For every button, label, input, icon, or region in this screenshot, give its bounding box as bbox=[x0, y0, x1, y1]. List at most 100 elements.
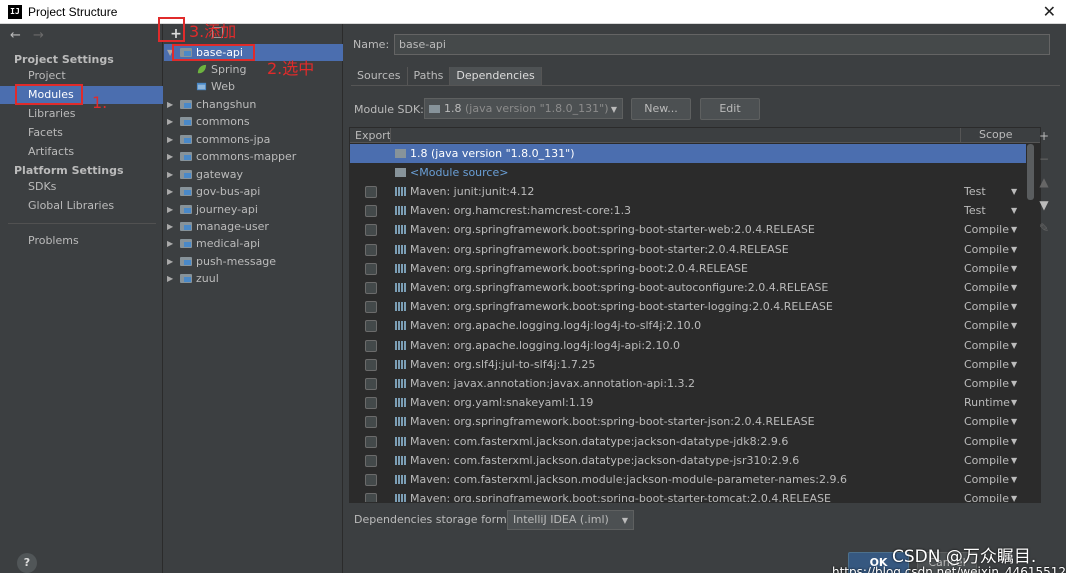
edit-sdk-button[interactable]: Edit bbox=[700, 98, 760, 120]
expand-arrow-icon[interactable]: ▶ bbox=[167, 183, 173, 200]
sidebar-item-artifacts[interactable]: Artifacts bbox=[0, 143, 163, 161]
dependency-row[interactable]: Maven: com.fasterxml.jackson.datatype:ja… bbox=[350, 451, 1026, 470]
module-row[interactable]: ▶ manage-user bbox=[164, 218, 343, 235]
remove-dependency-icon[interactable]: − bbox=[1036, 152, 1052, 175]
scope-value[interactable]: Compile bbox=[964, 336, 1009, 355]
chevron-down-icon[interactable]: ▼ bbox=[1011, 374, 1017, 393]
export-checkbox[interactable] bbox=[365, 205, 377, 218]
dependency-row[interactable]: Maven: org.hamcrest:hamcrest-core:1.3 Tes… bbox=[350, 201, 1026, 220]
chevron-down-icon[interactable]: ▼ bbox=[1011, 432, 1017, 451]
facet-row-spring[interactable]: Spring bbox=[164, 61, 343, 78]
chevron-down-icon[interactable]: ▼ bbox=[1011, 470, 1017, 489]
chevron-down-icon[interactable]: ▼ bbox=[1011, 355, 1017, 374]
expand-arrow-icon[interactable]: ▶ bbox=[167, 113, 173, 130]
dependency-row[interactable]: Maven: org.springframework.boot:spring-b… bbox=[350, 297, 1026, 316]
module-sdk-select[interactable]: 1.8 (java version "1.8.0_131") ▼ bbox=[424, 98, 623, 119]
module-row[interactable]: ▶ gateway bbox=[164, 166, 343, 183]
dependency-row[interactable]: Maven: org.springframework.boot:spring-b… bbox=[350, 240, 1026, 259]
module-row[interactable]: ▶ commons bbox=[164, 113, 343, 130]
scope-value[interactable]: Test bbox=[964, 201, 986, 220]
export-checkbox[interactable] bbox=[365, 416, 377, 429]
expand-arrow-icon[interactable]: ▶ bbox=[167, 131, 173, 148]
module-row[interactable]: ▶ medical-api bbox=[164, 235, 343, 252]
expand-arrow-icon[interactable]: ▶ bbox=[167, 235, 173, 252]
chevron-down-icon[interactable]: ▼ bbox=[1011, 259, 1017, 278]
scope-value[interactable]: Compile bbox=[964, 259, 1009, 278]
export-checkbox[interactable] bbox=[365, 397, 377, 410]
back-arrow-icon[interactable]: ← bbox=[10, 28, 21, 43]
export-checkbox[interactable] bbox=[365, 358, 377, 371]
close-icon[interactable]: ✕ bbox=[1043, 2, 1056, 21]
dependency-row[interactable]: Maven: org.springframework.boot:spring-b… bbox=[350, 220, 1026, 239]
module-row[interactable]: ▶ push-message bbox=[164, 253, 343, 270]
module-name-input[interactable]: base-api bbox=[394, 34, 1050, 55]
forward-arrow-icon[interactable]: → bbox=[33, 28, 44, 43]
chevron-down-icon[interactable]: ▼ bbox=[1011, 412, 1017, 431]
chevron-down-icon[interactable]: ▼ bbox=[1011, 336, 1017, 355]
export-checkbox[interactable] bbox=[365, 435, 377, 448]
chevron-down-icon[interactable]: ▼ bbox=[1011, 451, 1017, 470]
module-row[interactable]: ▶ commons-jpa bbox=[164, 131, 343, 148]
scope-value[interactable]: Compile bbox=[964, 297, 1009, 316]
scope-value[interactable]: Compile bbox=[964, 412, 1009, 431]
scope-value[interactable]: Compile bbox=[964, 451, 1009, 470]
module-row[interactable]: ▶ journey-api bbox=[164, 201, 343, 218]
sidebar-item-facets[interactable]: Facets bbox=[0, 124, 163, 142]
edit-dependency-icon[interactable]: ✎ bbox=[1036, 221, 1052, 244]
chevron-down-icon[interactable]: ▼ bbox=[1011, 489, 1017, 502]
move-down-icon[interactable]: ▼ bbox=[1036, 198, 1052, 221]
export-checkbox[interactable] bbox=[365, 378, 377, 390]
scope-value[interactable]: Compile bbox=[964, 432, 1009, 451]
module-row[interactable]: ▶ zuul bbox=[164, 270, 343, 287]
tab-dependencies[interactable]: Dependencies bbox=[450, 67, 542, 85]
chevron-down-icon[interactable]: ▼ bbox=[1011, 240, 1017, 259]
scrollbar-thumb[interactable] bbox=[1027, 144, 1034, 200]
expand-arrow-icon[interactable]: ▶ bbox=[167, 201, 173, 218]
export-checkbox[interactable] bbox=[365, 339, 377, 352]
scope-value[interactable]: Compile bbox=[964, 240, 1009, 259]
export-column-header[interactable]: Export bbox=[355, 129, 391, 142]
export-checkbox[interactable] bbox=[365, 493, 377, 502]
scope-value[interactable]: Compile bbox=[964, 489, 1009, 502]
sidebar-item-global-libraries[interactable]: Global Libraries bbox=[0, 197, 163, 215]
chevron-down-icon[interactable]: ▼ bbox=[1011, 220, 1017, 239]
chevron-down-icon[interactable]: ▼ bbox=[1011, 393, 1017, 412]
export-checkbox[interactable] bbox=[365, 454, 377, 467]
dependency-row[interactable]: Maven: com.fasterxml.jackson.module:jack… bbox=[350, 470, 1026, 489]
expand-arrow-icon[interactable]: ▶ bbox=[167, 270, 173, 287]
sidebar-item-sdks[interactable]: SDKs bbox=[0, 178, 163, 196]
dependency-row[interactable]: Maven: org.yaml:snakeyaml:1.19 Runtime ▼ bbox=[350, 393, 1026, 412]
scope-value[interactable]: Compile bbox=[964, 470, 1009, 489]
export-checkbox[interactable] bbox=[365, 282, 377, 294]
export-checkbox[interactable] bbox=[365, 474, 377, 486]
export-checkbox[interactable] bbox=[365, 301, 377, 314]
sidebar-item-libraries[interactable]: Libraries bbox=[0, 105, 163, 123]
dependency-row[interactable]: Maven: org.apache.logging.log4j:log4j-ap… bbox=[350, 336, 1026, 355]
export-checkbox[interactable] bbox=[365, 224, 377, 237]
add-dependency-icon[interactable]: + bbox=[1036, 129, 1052, 152]
help-icon[interactable]: ? bbox=[17, 553, 37, 573]
table-scrollbar[interactable] bbox=[1027, 144, 1034, 502]
tab-sources[interactable]: Sources bbox=[351, 67, 408, 85]
expand-arrow-icon[interactable]: ▶ bbox=[167, 148, 173, 165]
scope-value[interactable]: Runtime bbox=[964, 393, 1010, 412]
dependency-row[interactable]: Maven: org.slf4j:jul-to-slf4j:1.7.25 Comp… bbox=[350, 355, 1026, 374]
scope-value[interactable]: Compile bbox=[964, 355, 1009, 374]
scope-value[interactable]: Test bbox=[964, 182, 986, 201]
facet-row-web[interactable]: Web bbox=[164, 78, 343, 95]
module-source-row[interactable]: <Module source> bbox=[350, 163, 1026, 182]
export-checkbox[interactable] bbox=[365, 320, 377, 333]
dependency-row[interactable]: Maven: org.apache.logging.log4j:log4j-to… bbox=[350, 316, 1026, 335]
scope-value[interactable]: Compile bbox=[964, 374, 1009, 393]
dependency-row[interactable]: Maven: org.springframework.boot:spring-b… bbox=[350, 412, 1026, 431]
jdk-row[interactable]: 1.8 (java version "1.8.0_131") bbox=[350, 144, 1026, 163]
scope-value[interactable]: Compile bbox=[964, 316, 1009, 335]
dependency-row[interactable]: Maven: junit:junit:4.12 Test ▼ bbox=[350, 182, 1026, 201]
expand-arrow-icon[interactable]: ▶ bbox=[167, 218, 173, 235]
chevron-down-icon[interactable]: ▼ bbox=[1011, 278, 1017, 297]
export-checkbox[interactable] bbox=[365, 243, 377, 256]
export-checkbox[interactable] bbox=[365, 262, 377, 275]
module-row[interactable]: ▶ gov-bus-api bbox=[164, 183, 343, 200]
sidebar-item-problems[interactable]: Problems bbox=[0, 232, 163, 250]
scope-value[interactable]: Compile bbox=[964, 278, 1009, 297]
